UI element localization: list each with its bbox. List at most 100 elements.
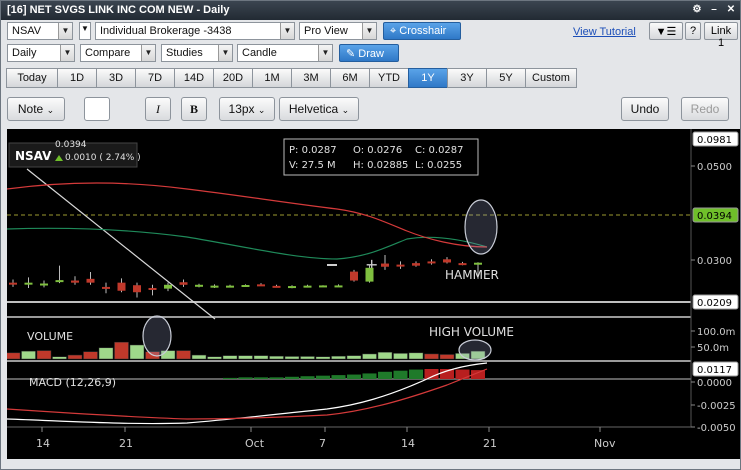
toolbar-row-1: NSAV ▼ ▼ Individual Brokerage -3438 ▼ Pr… (1, 22, 740, 49)
range-button-3y[interactable]: 3Y (447, 68, 487, 88)
help-button[interactable]: ? (685, 22, 701, 40)
price-chart[interactable]: + HAMMER HIGH VOLUME VOLUME MACD (12,26,… (7, 129, 740, 459)
color-swatch[interactable] (84, 97, 110, 121)
axis-label-current: 0.0394 (697, 211, 732, 222)
account-select[interactable]: Individual Brokerage -3438 ▼ (95, 22, 295, 40)
view-value: Pro View (304, 25, 348, 37)
macd-bar (316, 375, 330, 379)
high-volume-highlight[interactable] (458, 339, 492, 361)
ohlc-close: C: 0.0287 (415, 145, 464, 156)
macd-bar (254, 377, 268, 379)
macd-bar (455, 369, 470, 379)
font-family-select[interactable]: Helvetica ⌄ (279, 97, 359, 121)
volume-bar (222, 355, 238, 360)
link-button[interactable]: Link 1 (704, 22, 738, 49)
gear-icon[interactable]: ⚙ (690, 3, 704, 17)
font-size-select[interactable]: 13px ⌄ (219, 97, 275, 121)
volume-bar (83, 351, 98, 360)
candle-body (396, 264, 405, 267)
menu-button[interactable]: ▼☰ (649, 22, 683, 40)
volume-bar (284, 356, 300, 360)
close-icon[interactable]: ✕ (724, 3, 738, 17)
view-select[interactable]: Pro View ▼ (299, 22, 377, 40)
macd-panel-label: MACD (12,26,9) (29, 376, 116, 389)
range-button-1m[interactable]: 1M (252, 68, 292, 88)
note-select[interactable]: Note ⌄ (7, 97, 65, 121)
range-button-ytd[interactable]: YTD (369, 68, 409, 88)
volume-bar (52, 356, 67, 360)
chevron-down-icon: ▼ (60, 45, 74, 61)
range-bar: Today 1D 3D 7D 14D 20D 1M 3M 6M YTD 1Y 3Y 5Y Custom (6, 68, 577, 88)
chart-type-select[interactable]: Candle ▼ (237, 44, 333, 62)
legend-change: 0.0010 ( 2.74% ) (65, 153, 141, 163)
pencil-icon: ✎ (346, 48, 356, 60)
range-button-6m[interactable]: 6M (330, 68, 370, 88)
trend-line[interactable] (26, 168, 216, 320)
range-button-14d[interactable]: 14D (174, 68, 214, 88)
range-button-7d[interactable]: 7D (135, 68, 175, 88)
range-button-3d[interactable]: 3D (96, 68, 136, 88)
bold-button[interactable]: B (181, 97, 207, 121)
volume-bar (424, 353, 439, 360)
volume-bar (362, 353, 377, 360)
candle-body (210, 285, 219, 288)
macd-bar (285, 376, 299, 379)
volume-bars (7, 341, 486, 360)
view-tutorial-link[interactable]: View Tutorial (573, 26, 636, 38)
title-bar: [16] NET SVGS LINK INC COM NEW - Daily ⚙… (1, 1, 740, 20)
minimize-icon[interactable]: – (707, 3, 721, 17)
macd-bar (238, 377, 253, 379)
range-button-20d[interactable]: 20D (213, 68, 253, 88)
candle-body (55, 280, 64, 283)
range-button-1d[interactable]: 1D (57, 68, 97, 88)
menu-icon: ▼☰ (655, 26, 677, 38)
note-label: Note (17, 102, 44, 116)
range-button-1y[interactable]: 1Y (408, 68, 448, 88)
studies-select[interactable]: Studies ▼ (161, 44, 233, 62)
candle-body (288, 286, 296, 289)
range-button-5y[interactable]: 5Y (486, 68, 526, 88)
macd-bar (347, 374, 361, 379)
italic-button[interactable]: I (145, 97, 171, 121)
chevron-down-icon: ⌄ (257, 105, 266, 115)
range-button-custom[interactable]: Custom (525, 68, 577, 88)
ma-green-line (7, 227, 488, 260)
period-select[interactable]: Daily ▼ (7, 44, 75, 62)
symbol-options-button[interactable]: ▼ (79, 22, 91, 40)
candle-body (334, 285, 343, 288)
candle-body (381, 263, 389, 267)
volume-bar (36, 350, 52, 360)
chevron-down-icon: ▼ (141, 45, 155, 61)
volume-bar (238, 355, 253, 360)
ohlc-high: H: 0.02885 (353, 160, 408, 171)
volume-bar (439, 354, 455, 360)
x-tick-label: 21 (483, 437, 497, 450)
compare-select[interactable]: Compare ▼ (80, 44, 156, 62)
redo-button[interactable]: Redo (681, 97, 729, 121)
volume-bar (129, 344, 145, 360)
chart-area[interactable]: + HAMMER HIGH VOLUME VOLUME MACD (12,26,… (7, 129, 740, 459)
crosshair-button[interactable]: ⌖ Crosshair (383, 22, 461, 40)
undo-button[interactable]: Undo (621, 97, 669, 121)
range-button-3m[interactable]: 3M (291, 68, 331, 88)
ohlc-prev-close: P: 0.0287 (289, 145, 337, 156)
macd-bar (223, 377, 237, 379)
range-button-today[interactable]: Today (6, 68, 58, 88)
macd-bar (300, 376, 315, 379)
candle-body (474, 262, 482, 265)
hammer-highlight[interactable] (464, 199, 498, 255)
symbol-input[interactable]: NSAV ▼ (7, 22, 73, 40)
chevron-down-icon: ▼ (318, 45, 332, 61)
x-tick-label: Oct (245, 437, 265, 450)
axis-label-volume: 100.0m (697, 327, 735, 338)
chevron-down-icon: ▼ (280, 23, 294, 39)
candle-body (102, 286, 110, 289)
compare-value: Compare (85, 47, 131, 59)
volume-bar (315, 356, 331, 360)
volume-panel-label: VOLUME (27, 330, 73, 343)
draw-button[interactable]: ✎ Draw (339, 44, 399, 62)
volume-highlight[interactable] (142, 315, 172, 357)
chevron-down-icon[interactable]: ▼ (58, 23, 72, 39)
font-size-value: 13px (228, 102, 255, 116)
candles (9, 255, 482, 298)
